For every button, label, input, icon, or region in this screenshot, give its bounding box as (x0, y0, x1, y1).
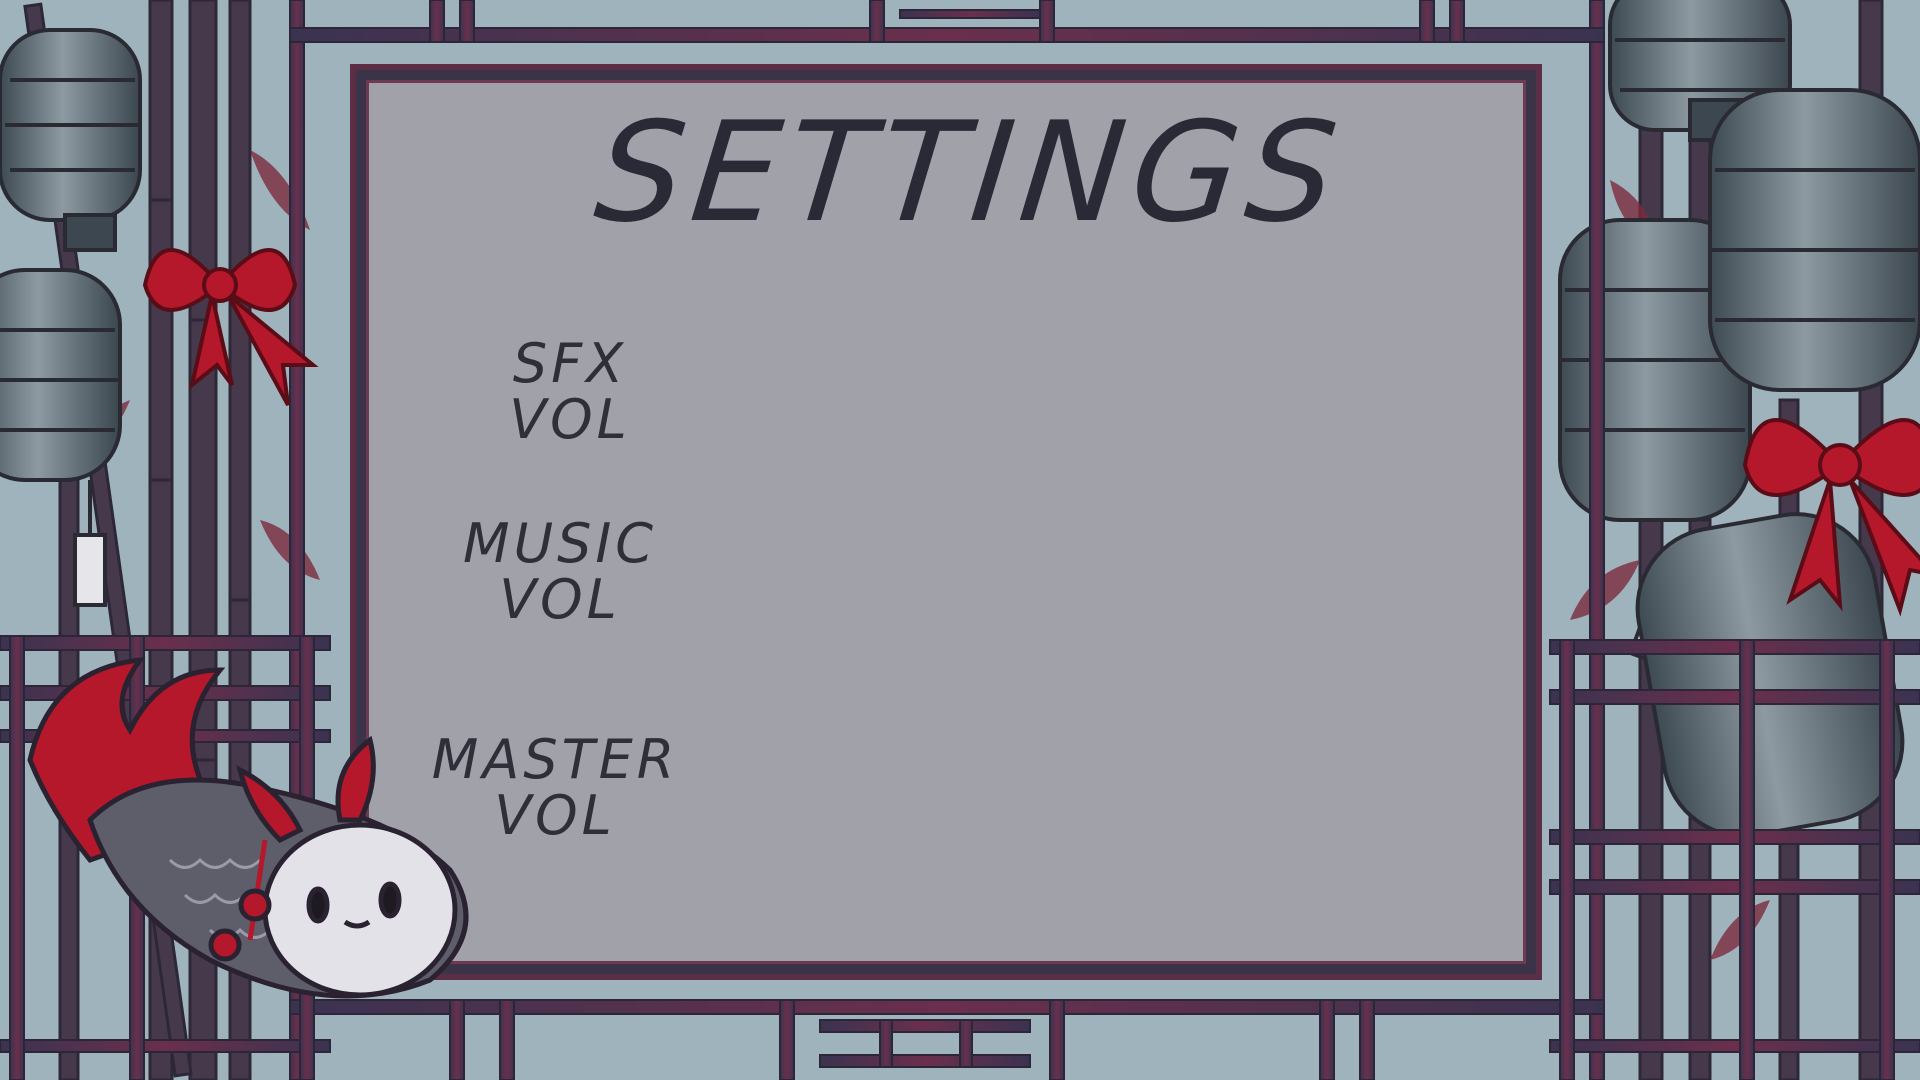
master-volume-option[interactable]: MASTER VOL (430, 732, 680, 844)
sfx-volume-option[interactable]: SFX VOL (470, 336, 670, 448)
master-volume-label-line1: MASTER (431, 728, 679, 791)
music-volume-option[interactable]: MUSIC VOL (440, 516, 680, 628)
sfx-volume-label-line2: VOL (509, 388, 631, 451)
settings-title: SETTINGS (588, 92, 1352, 253)
sfx-volume-label-line1: SFX (512, 332, 628, 395)
master-volume-label-line2: VOL (494, 784, 616, 847)
music-volume-label-line2: VOL (499, 568, 621, 631)
music-volume-label-line1: MUSIC (462, 512, 658, 575)
